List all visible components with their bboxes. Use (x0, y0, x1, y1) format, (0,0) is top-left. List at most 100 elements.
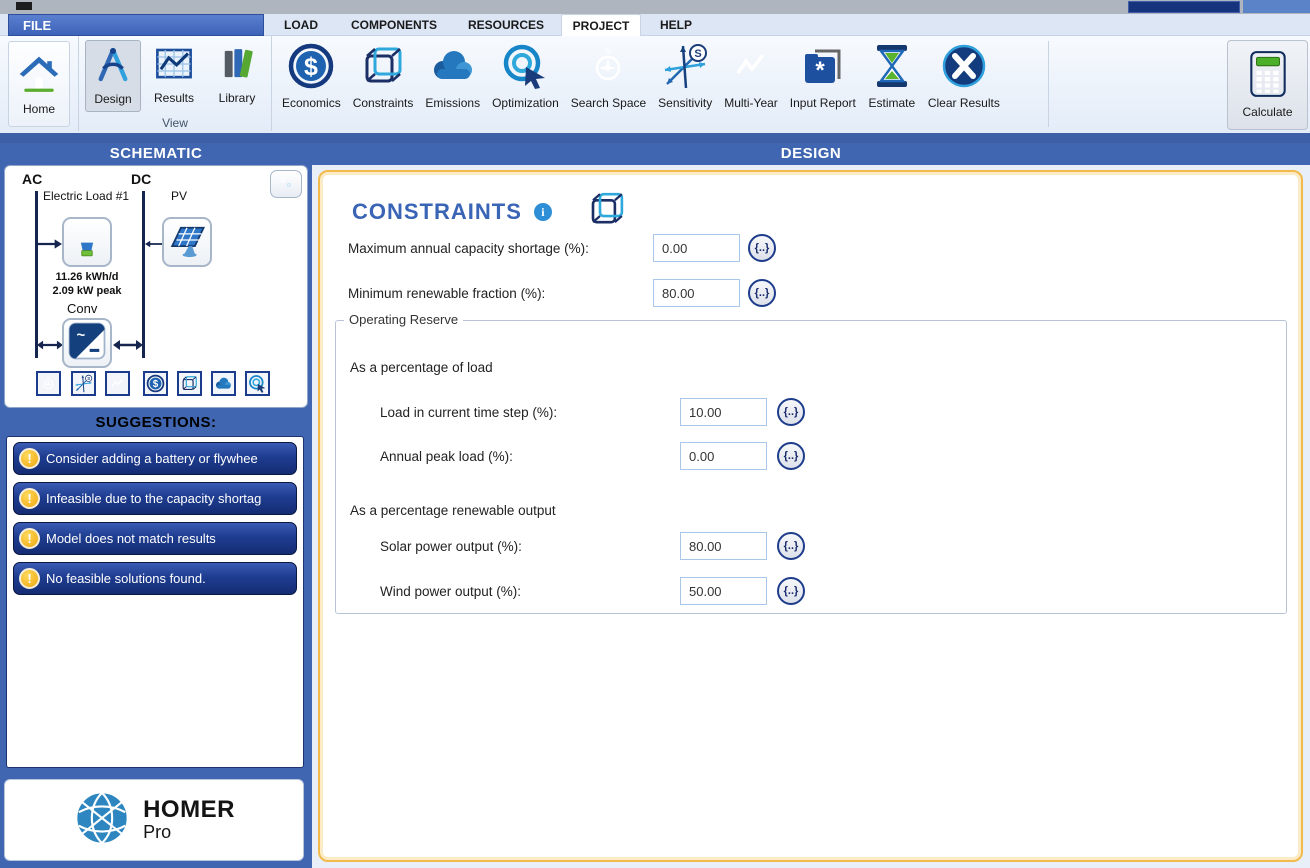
solar-panel-icon (166, 219, 208, 266)
mini-emissions-button[interactable] (211, 371, 236, 396)
calculate-button[interactable]: Calculate (1227, 40, 1308, 130)
search-space-button[interactable]: Search Space (565, 42, 652, 126)
gears-icon (275, 171, 297, 198)
peak-load-input[interactable] (680, 442, 767, 470)
tab-components[interactable]: COMPONENTS (338, 14, 450, 36)
multi-year-icon (727, 42, 775, 95)
mini-constraints-button[interactable] (177, 371, 202, 396)
titlebar-search-input[interactable] (1128, 1, 1240, 13)
design-view-button[interactable]: Design (85, 40, 141, 112)
pv-to-dc-arrow (145, 237, 162, 255)
suggestion-item[interactable]: ! Infeasible due to the capacity shortag (13, 482, 297, 515)
optimization-button[interactable]: Optimization (486, 42, 565, 126)
max-shortage-row: Maximum annual capacity shortage (%): (348, 233, 589, 263)
converter-icon (66, 320, 108, 367)
dc-bus-label: DC (131, 171, 151, 187)
renewable-percentage-group-label: As a percentage renewable output (350, 503, 556, 518)
max-shortage-input[interactable] (653, 234, 740, 262)
peak-load-sensitivity-button[interactable]: {..} (777, 442, 805, 470)
dc-bus-line[interactable] (142, 191, 145, 358)
mini-search-space-button[interactable] (36, 371, 61, 396)
load-energy-value: 11.26 kWh/d (32, 271, 142, 283)
clear-results-icon (940, 42, 988, 95)
design-area: CONSTRAINTS i Maximum annual capacity sh… (312, 165, 1310, 868)
schematic-canvas[interactable]: AC DC Electric Load #1 11.26 kWh/d 2.09 … (4, 165, 308, 408)
file-menu-button[interactable]: FILE (8, 14, 264, 36)
estimate-button[interactable]: Estimate (862, 42, 922, 126)
ribbon-divider (1048, 41, 1049, 127)
view-group: Design Results Library View (78, 36, 272, 131)
light-bulb-icon (66, 219, 108, 266)
warning-icon: ! (19, 488, 40, 509)
pv-component[interactable] (162, 217, 212, 267)
converter-label: Conv (67, 301, 97, 316)
mini-multi-year-button[interactable] (105, 371, 130, 396)
library-icon (216, 43, 258, 90)
estimate-icon (868, 42, 916, 95)
input-report-button[interactable]: Input Report (784, 42, 862, 126)
tab-project[interactable]: PROJECT (561, 14, 641, 36)
load-step-row: Load in current time step (%): (380, 397, 557, 427)
converter-dc-arrow (113, 338, 143, 356)
load-peak-value: 2.09 kW peak (32, 285, 142, 297)
operating-reserve-legend: Operating Reserve (344, 312, 463, 327)
electric-load-component[interactable] (62, 217, 112, 267)
multi-year-button[interactable]: Multi-Year (718, 42, 784, 126)
wind-output-input[interactable] (680, 577, 767, 605)
ac-bus-label: AC (22, 171, 42, 187)
converter-component[interactable] (62, 318, 112, 368)
constraints-button[interactable]: Constraints (347, 42, 420, 126)
brand-name: HOMER (143, 798, 235, 822)
min-renewable-sensitivity-button[interactable]: {..} (748, 279, 776, 307)
max-shortage-sensitivity-button[interactable]: {..} (748, 234, 776, 262)
tab-resources[interactable]: RESOURCES (456, 14, 556, 36)
min-renewable-row: Minimum renewable fraction (%): (348, 278, 545, 308)
ribbon-tab-bar: FILE LOAD COMPONENTS RESOURCES PROJECT H… (0, 14, 1310, 36)
results-view-button[interactable]: Results (145, 40, 203, 112)
sensitivity-button[interactable]: Sensitivity (652, 42, 718, 126)
info-icon[interactable]: i (534, 203, 552, 221)
brand-sub: Pro (143, 822, 235, 842)
peak-load-row: Annual peak load (%): (380, 441, 513, 471)
load-step-sensitivity-button[interactable]: {..} (777, 398, 805, 426)
schematic-settings-button[interactable] (270, 170, 302, 198)
calculator-icon (1243, 49, 1293, 104)
pv-label: PV (171, 189, 187, 203)
ac-to-load-arrow (38, 237, 62, 255)
suggestion-item[interactable]: ! Model does not match results (13, 522, 297, 555)
emissions-icon (429, 42, 477, 95)
suggestion-item[interactable]: ! No feasible solutions found. (13, 562, 297, 595)
design-header: DESIGN (312, 143, 1310, 165)
library-view-button[interactable]: Library (207, 40, 267, 112)
economics-button[interactable]: Economics (276, 42, 347, 126)
globe-icon (73, 789, 131, 852)
solar-output-input[interactable] (680, 532, 767, 560)
clear-results-button[interactable]: Clear Results (922, 42, 1006, 126)
title-bar (0, 0, 1310, 14)
design-icon (92, 44, 134, 91)
wind-output-sensitivity-button[interactable]: {..} (777, 577, 805, 605)
view-group-label: View (79, 116, 271, 130)
min-renewable-input[interactable] (653, 279, 740, 307)
tab-load[interactable]: LOAD (270, 14, 332, 36)
home-button[interactable]: Home (8, 41, 70, 127)
warning-icon: ! (19, 528, 40, 549)
solar-output-sensitivity-button[interactable]: {..} (777, 532, 805, 560)
constraints-panel: CONSTRAINTS i Maximum annual capacity sh… (318, 170, 1303, 862)
ac-converter-arrow (37, 338, 63, 356)
window-menu-icon[interactable] (16, 2, 32, 10)
mini-sensitivity-button[interactable] (71, 371, 96, 396)
constraints-cube-icon (586, 188, 628, 235)
homer-pro-logo: HOMER Pro (4, 779, 304, 861)
left-panel: SCHEMATIC AC DC Electric Load #1 11.26 k… (0, 143, 312, 868)
titlebar-control-area[interactable] (1243, 0, 1310, 13)
suggestion-item[interactable]: ! Consider adding a battery or flywhee (13, 442, 297, 475)
constraints-title: CONSTRAINTS (352, 199, 522, 225)
load-percentage-group-label: As a percentage of load (350, 360, 493, 375)
mini-optimization-button[interactable] (245, 371, 270, 396)
tab-help[interactable]: HELP (645, 14, 707, 36)
mini-economics-button[interactable] (143, 371, 168, 396)
load-step-input[interactable] (680, 398, 767, 426)
emissions-button[interactable]: Emissions (419, 42, 486, 126)
wind-output-row: Wind power output (%): (380, 576, 521, 606)
